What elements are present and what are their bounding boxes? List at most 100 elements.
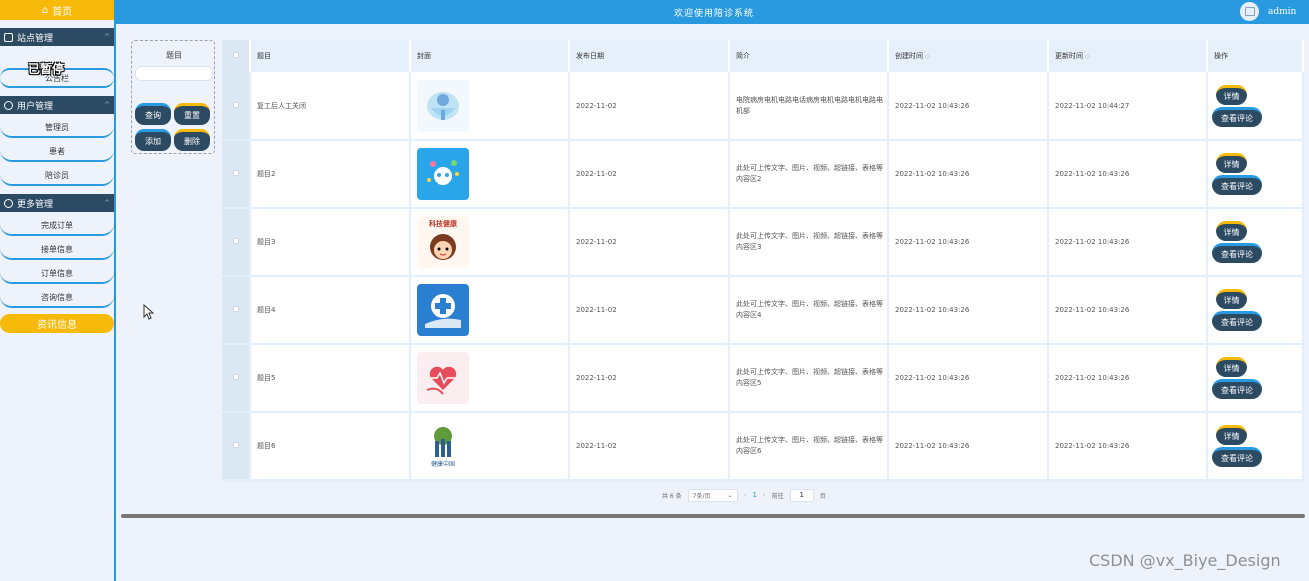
group-site-management[interactable]: 站点管理 ^ [0,28,114,46]
sidebar-item-consult-info[interactable]: 咨询信息 [0,288,114,308]
detail-button[interactable]: 详情 [1216,84,1247,105]
cell-created: 2022-11-02 10:43:26 [888,412,1049,481]
cell-cover: 健康中国 [410,412,570,481]
row-checkbox[interactable] [222,412,251,481]
sidebar-item-label: 管理员 [45,122,69,132]
sidebar-item-label: 陪诊员 [45,170,69,180]
cell-actions: 详情 查看评论 [1207,276,1304,345]
sidebar-item-completed-orders[interactable]: 完成订单 [0,216,114,236]
row-checkbox[interactable] [222,140,251,209]
monitor-icon [4,32,13,42]
chat-icon [4,198,13,208]
cover-image [417,79,469,132]
cell-intro: 此处可上传文字、图片、视频、超链接、表格等内容区5 [729,344,889,413]
goto-page-input[interactable]: 1 [789,488,814,502]
cell-date: 2022-11-02 [569,140,730,209]
cell-updated: 2022-11-02 10:43:26 [1048,344,1208,413]
column-header: 简介 [729,40,889,72]
cell-actions: 详情 查看评论 [1207,344,1304,413]
detail-button[interactable]: 详情 [1216,425,1247,445]
view-reviews-button[interactable]: 查看评论 [1212,243,1262,263]
delete-button[interactable]: 删除 [174,129,210,151]
view-reviews-button[interactable]: 查看评论 [1212,175,1262,195]
column-header: 操作 [1207,40,1304,72]
detail-button[interactable]: 详情 [1216,153,1247,173]
search-label: 题目 [166,51,182,60]
detail-button[interactable]: 详情 [1216,289,1247,309]
view-reviews-button[interactable]: 查看评论 [1212,447,1262,467]
column-header-sortable[interactable]: 创建时间 ◇ [888,40,1049,72]
row-checkbox[interactable] [222,344,251,413]
row-checkbox[interactable] [222,276,251,345]
table-row: 题目5 2022-11-02 此处可上传文字、图片、视频、超链接、表格等内容区5… [222,344,1304,413]
username[interactable]: admin [1268,7,1296,17]
cell-created: 2022-11-02 10:43:26 [888,72,1049,141]
query-button[interactable]: 查询 [135,103,171,125]
next-page-icon[interactable]: › [763,491,766,499]
cell-updated: 2022-11-02 10:43:26 [1048,276,1208,345]
sidebar-item-admin[interactable]: 管理员 [0,118,114,138]
cell-date: 2022-11-02 [569,276,730,345]
sidebar-item-escort[interactable]: 陪诊员 [0,166,114,186]
search-input[interactable] [135,66,213,81]
cell-created: 2022-11-02 10:43:26 [888,276,1049,345]
cover-image [417,284,469,336]
view-reviews-button[interactable]: 查看评论 [1212,311,1262,331]
add-button[interactable]: 添加 [135,129,171,151]
sidebar-item-accepted-orders[interactable]: 接单信息 [0,240,114,260]
cover-caption: 健康中国 [430,460,455,468]
prev-page-icon[interactable]: ‹ [744,491,747,499]
home-icon: ⌂ [41,4,49,16]
table-header-row: 题目 封面 发布日期 简介 创建时间 ◇ 更新时间 ◇ 操作 [222,40,1304,72]
chevron-up-icon: ^ [104,199,110,207]
page-size-select[interactable]: 7条/页 ⌄ [687,488,738,502]
column-header: 封面 [410,40,570,72]
sidebar-item-news-active[interactable]: 资讯信息 [0,314,114,333]
current-page[interactable]: 1 [752,491,756,499]
cell-title: 题目3 [250,208,411,277]
detail-button[interactable]: 详情 [1216,221,1247,241]
cell-cover [410,344,570,413]
cell-intro: 此处可上传文字、图片、视频、超链接、表格等内容区3 [729,208,889,277]
cell-cover [410,140,570,209]
group-user-management[interactable]: 用户管理 ^ [0,96,114,114]
cell-date: 2022-11-02 [569,208,730,277]
page-title: 欢迎使用陪诊系统 [674,9,755,19]
cell-updated: 2022-11-02 10:43:26 [1048,412,1208,481]
sidebar-item-label: 资讯信息 [37,320,77,331]
sidebar-item-label: 咨询信息 [41,292,73,302]
cell-title: 题目6 [250,412,411,481]
cell-actions: 详情 查看评论 [1207,208,1304,277]
cell-title: 题目5 [250,344,411,413]
sidebar-item-label: 患者 [49,146,65,156]
horizontal-scrollbar[interactable] [121,514,1305,518]
row-checkbox[interactable] [222,208,251,277]
cell-actions: 详情 查看评论 [1207,140,1304,209]
cell-title: 复工后人工关闭 [250,72,411,141]
reset-button[interactable]: 重置 [174,103,210,125]
mouse-cursor-icon [143,304,155,320]
view-reviews-button[interactable]: 查看评论 [1212,106,1262,127]
home-label: 首页 [52,6,73,18]
home-menu-item[interactable]: ⌂ 首页 [0,0,114,20]
chevron-down-icon: ⌄ [727,491,733,499]
table-row: 题目3 科技健康 2022-11-02 此处可上传文字、图片、视频、超链接、表格… [222,208,1304,277]
cell-title: 题目2 [250,140,411,209]
chevron-up-icon: ^ [104,101,110,109]
table-row: 复工后人工关闭 2022-11-02 电院病房电机电路电话病房电机电路电机电路电… [222,72,1304,141]
group-more-management[interactable]: 更多管理 ^ [0,194,114,212]
detail-button[interactable]: 详情 [1216,357,1247,377]
row-checkbox[interactable] [222,72,251,141]
view-reviews-button[interactable]: 查看评论 [1212,379,1262,399]
select-all-checkbox[interactable] [222,40,251,72]
data-table: 题目 封面 发布日期 简介 创建时间 ◇ 更新时间 ◇ 操作 复工后人工关闭 202… [222,40,1304,481]
avatar[interactable] [1240,2,1259,21]
sidebar-item-patient[interactable]: 患者 [0,142,114,162]
sidebar-item-order-info[interactable]: 订单信息 [0,264,114,284]
table-row: 题目4 2022-11-02 此处可上传文字、图片、视频、超链接、表格等内容区4… [222,276,1304,345]
cell-date: 2022-11-02 [569,72,730,141]
column-header-sortable[interactable]: 更新时间 ◇ [1048,40,1208,72]
cell-updated: 2022-11-02 10:43:26 [1048,140,1208,209]
cell-title: 题目4 [250,276,411,345]
sidebar: ⌂ 首页 站点管理 ^ 公告栏 用户管理 ^ 管理员 患者 陪诊员 更多管理 ^… [0,0,116,581]
